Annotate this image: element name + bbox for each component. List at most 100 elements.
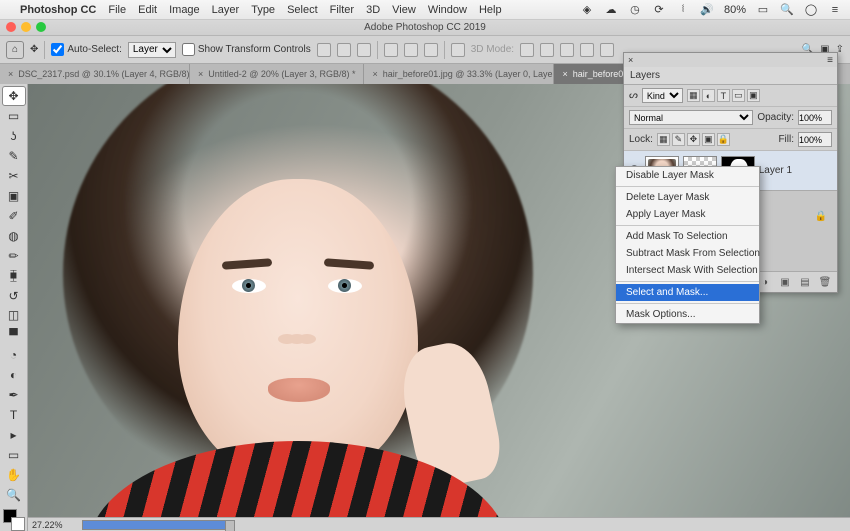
quick-select-tool[interactable]: ✎ (2, 146, 26, 166)
heal-tool[interactable]: ◍ (2, 226, 26, 246)
distribute-icon[interactable] (384, 43, 398, 57)
align-icon[interactable] (337, 43, 351, 57)
menu-window[interactable]: Window (428, 4, 467, 16)
window-controls[interactable] (6, 22, 46, 32)
lock-position-icon[interactable]: ✥ (687, 133, 700, 146)
ctx-subtract-selection[interactable]: Subtract Mask From Selection (616, 245, 759, 262)
control-center-icon[interactable]: ≡ (828, 3, 842, 17)
close-tab-icon[interactable]: × (562, 69, 567, 79)
shape-tool[interactable]: ▭ (2, 445, 26, 465)
ctx-disable-mask[interactable]: Disable Layer Mask (616, 167, 759, 184)
path-tool[interactable]: ▸ (2, 425, 26, 445)
background-color[interactable] (11, 517, 25, 531)
user-icon[interactable]: ◯ (804, 3, 818, 17)
auto-select-checkbox[interactable]: Auto-Select: (51, 43, 121, 56)
menu-image[interactable]: Image (169, 4, 200, 16)
eyedropper-tool[interactable]: ✐ (2, 206, 26, 226)
trash-icon[interactable]: 🗑 (818, 275, 832, 289)
new-layer-icon[interactable]: ▤ (798, 275, 812, 289)
lock-paint-icon[interactable]: ✎ (672, 133, 685, 146)
menu-layer[interactable]: Layer (212, 4, 240, 16)
filter-adjust-icon[interactable]: ◐ (702, 89, 715, 102)
doc-tab[interactable]: ×hair_before01.jpg @ 33.3% (Layer 0, Lay… (364, 64, 554, 84)
menu-3d[interactable]: 3D (366, 4, 380, 16)
battery-icon[interactable]: ▭ (756, 3, 770, 17)
crop-tool[interactable]: ✂ (2, 166, 26, 186)
marquee-tool[interactable]: ▭ (2, 106, 26, 126)
group-icon[interactable]: ▣ (778, 275, 792, 289)
layer-name[interactable]: Layer 1 (759, 165, 792, 176)
close-tab-icon[interactable]: × (198, 69, 203, 79)
shield-icon[interactable]: ◈ (580, 3, 594, 17)
volume-icon[interactable]: 🔊 (700, 3, 714, 17)
close-window-icon[interactable] (6, 22, 16, 32)
distribute-icon[interactable] (404, 43, 418, 57)
stamp-tool[interactable]: ⧯ (2, 266, 26, 286)
frame-tool[interactable]: ▣ (2, 186, 26, 206)
lock-artboard-icon[interactable]: ▣ (702, 133, 715, 146)
menu-edit[interactable]: Edit (138, 4, 157, 16)
cloud-icon[interactable]: ☁ (604, 3, 618, 17)
spotlight-icon[interactable]: 🔍 (780, 3, 794, 17)
close-tab-icon[interactable]: × (8, 69, 13, 79)
minimize-window-icon[interactable] (21, 22, 31, 32)
horizontal-scrollbar[interactable] (82, 520, 232, 530)
brush-tool[interactable]: ✏ (2, 246, 26, 266)
doc-tab[interactable]: ×Untitled-2 @ 20% (Layer 3, RGB/8) * (190, 64, 364, 84)
blend-mode-dropdown[interactable]: Normal (629, 110, 753, 125)
hand-tool[interactable]: ✋ (2, 465, 26, 485)
panel-close-icon[interactable]: × (628, 55, 633, 65)
doc-tab[interactable]: ×DSC_2317.psd @ 30.1% (Layer 4, RGB/8) * (0, 64, 190, 84)
lasso-tool[interactable]: ʖ (2, 126, 26, 146)
pen-tool[interactable]: ✒ (2, 385, 26, 405)
layers-tab[interactable]: Layers (624, 67, 837, 85)
filter-pixel-icon[interactable]: ▦ (687, 89, 700, 102)
gradient-tool[interactable]: ▀ (2, 325, 26, 345)
menu-select[interactable]: Select (287, 4, 318, 16)
sync-icon[interactable]: ⟳ (652, 3, 666, 17)
more-align-icon[interactable] (451, 43, 465, 57)
opacity-field[interactable] (798, 110, 832, 125)
auto-select-dropdown[interactable]: Layer (128, 42, 176, 58)
lock-all-icon[interactable]: 🔒 (717, 133, 730, 146)
adjustment-icon[interactable]: ◑ (758, 275, 772, 289)
eraser-tool[interactable]: ◫ (2, 305, 26, 325)
close-tab-icon[interactable]: × (372, 69, 377, 79)
menu-filter[interactable]: Filter (330, 4, 354, 16)
dodge-tool[interactable]: ◐ (2, 365, 26, 385)
filter-type-icon[interactable]: T (717, 89, 730, 102)
clock-icon[interactable]: ◷ (628, 3, 642, 17)
move-tool-icon[interactable]: ✥ (30, 44, 38, 55)
distribute-icon[interactable] (424, 43, 438, 57)
type-tool[interactable]: T (2, 405, 26, 425)
fill-field[interactable] (798, 132, 832, 147)
ctx-add-to-selection[interactable]: Add Mask To Selection (616, 228, 759, 245)
show-transform-checkbox[interactable]: Show Transform Controls (182, 43, 311, 56)
fullscreen-window-icon[interactable] (36, 22, 46, 32)
filter-smart-icon[interactable]: ▣ (747, 89, 760, 102)
filter-shape-icon[interactable]: ▭ (732, 89, 745, 102)
ctx-mask-options[interactable]: Mask Options... (616, 306, 759, 323)
ctx-apply-mask[interactable]: Apply Layer Mask (616, 206, 759, 223)
app-name[interactable]: Photoshop CC (20, 4, 96, 16)
menu-help[interactable]: Help (479, 4, 502, 16)
ctx-select-and-mask[interactable]: Select and Mask... (616, 284, 759, 301)
menu-file[interactable]: File (108, 4, 126, 16)
blur-tool[interactable]: ◔ (2, 345, 26, 365)
history-brush-tool[interactable]: ↺ (2, 286, 26, 306)
ctx-delete-mask[interactable]: Delete Layer Mask (616, 189, 759, 206)
menu-view[interactable]: View (392, 4, 416, 16)
align-icon[interactable] (317, 43, 331, 57)
zoom-level[interactable]: 27.22% (28, 520, 80, 530)
color-swatches[interactable] (3, 509, 25, 531)
ctx-intersect-selection[interactable]: Intersect Mask With Selection (616, 262, 759, 279)
lock-transparent-icon[interactable]: ▦ (657, 133, 670, 146)
panel-menu-icon[interactable]: ≡ (827, 55, 833, 66)
wifi-icon[interactable]: ⧙ (676, 3, 690, 17)
move-tool[interactable]: ✥ (2, 86, 26, 106)
menu-type[interactable]: Type (251, 4, 275, 16)
align-icon[interactable] (357, 43, 371, 57)
home-button[interactable]: ⌂ (6, 41, 24, 59)
zoom-tool[interactable]: 🔍 (2, 485, 26, 505)
filter-kind-dropdown[interactable]: Kind (642, 88, 683, 103)
